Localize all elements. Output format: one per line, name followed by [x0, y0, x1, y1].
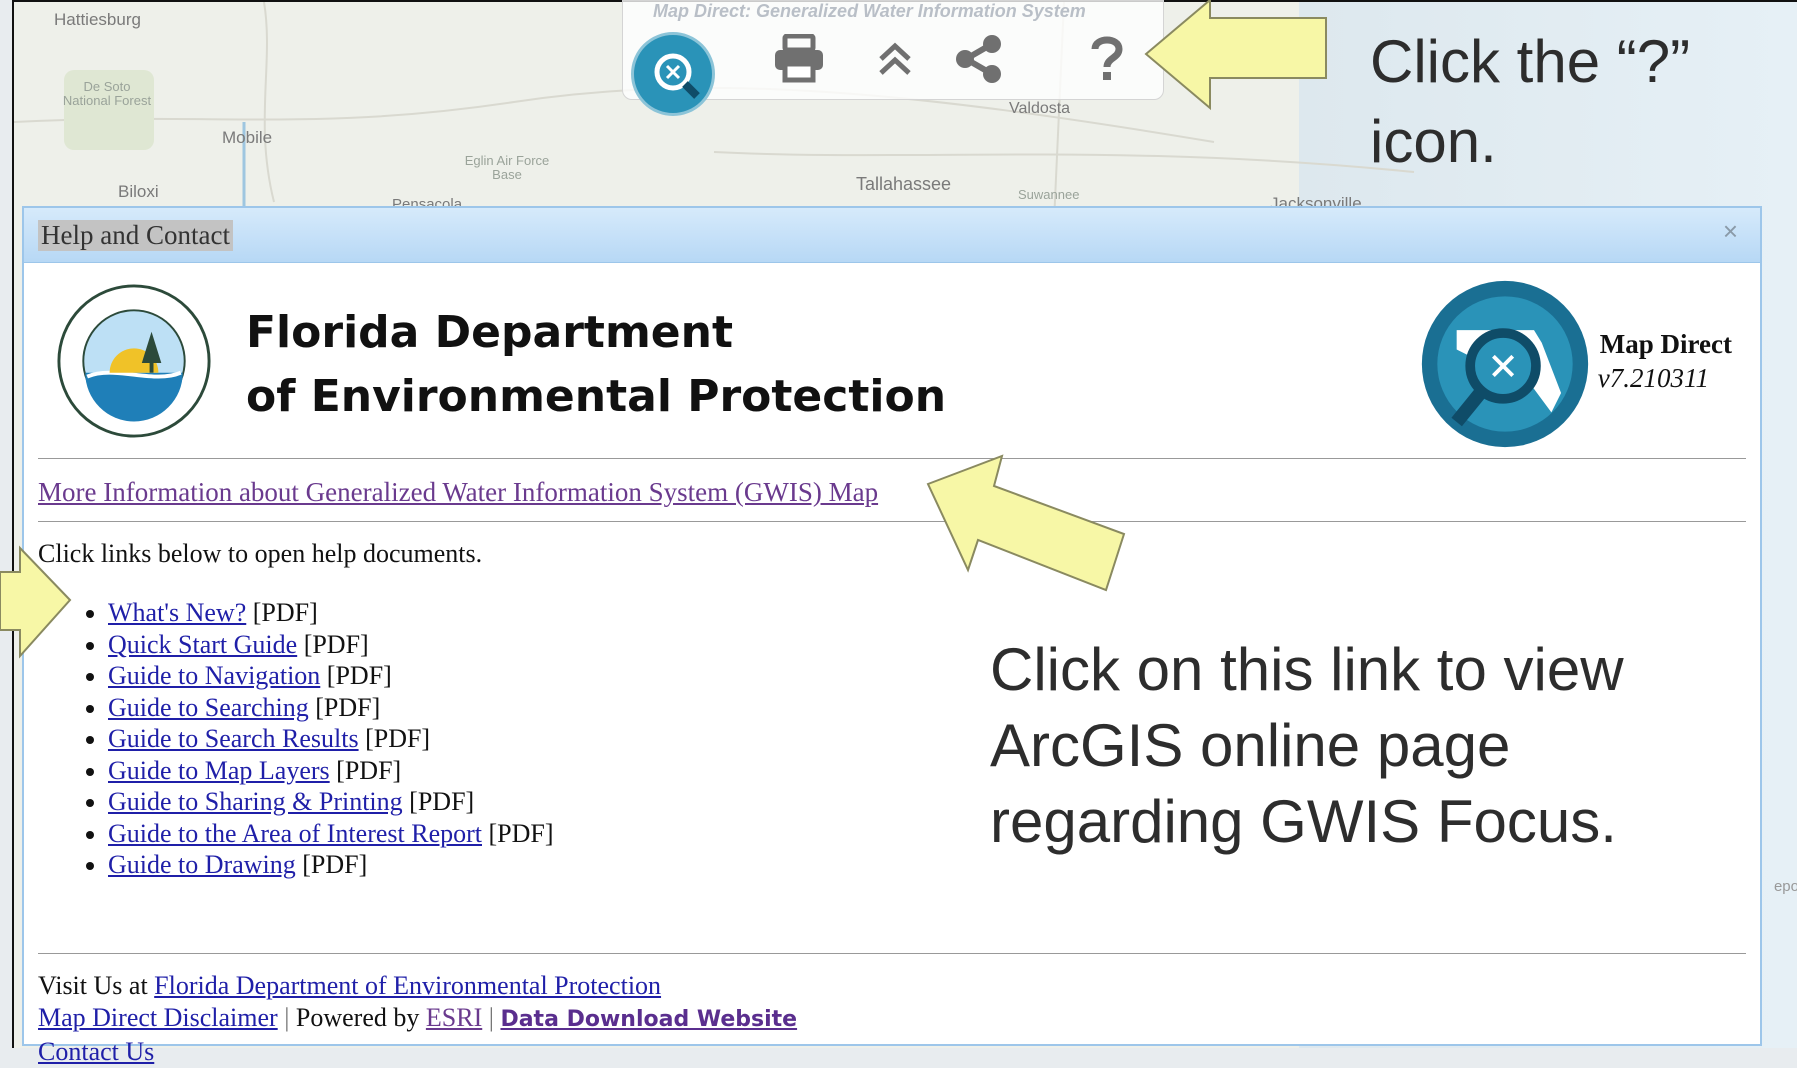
doc-link-drawing[interactable]: Guide to Drawing — [108, 850, 296, 879]
doc-link-whats-new[interactable]: What's New? — [108, 598, 246, 627]
place-valdosta: Valdosta — [1009, 100, 1071, 117]
doc-link-aoi-report[interactable]: Guide to the Area of Interest Report — [108, 819, 482, 848]
gwis-more-info-link[interactable]: More Information about Generalized Water… — [38, 477, 878, 508]
app-version: v7.210311 — [1597, 363, 1709, 393]
separator: | — [488, 1003, 494, 1032]
help-contact-dialog: Help and Contact × Florida Department of… — [22, 206, 1762, 1066]
contact-us-link[interactable]: Contact Us — [38, 1037, 154, 1066]
doc-link-quick-start[interactable]: Quick Start Guide — [108, 630, 297, 659]
doc-link-map-layers[interactable]: Guide to Map Layers — [108, 756, 330, 785]
print-button[interactable] — [771, 31, 827, 87]
map-edge-label: epo — [1773, 878, 1797, 895]
toolbar-title: Map Direct: Generalized Water Informatio… — [653, 1, 1086, 21]
fdep-seal-icon — [57, 284, 211, 438]
close-icon[interactable]: × — [1723, 216, 1738, 247]
place-mobile: Mobile — [222, 128, 273, 147]
printer-icon — [775, 34, 823, 83]
place-desoto: De Soto National Forest — [62, 79, 152, 108]
help-button[interactable] — [1079, 31, 1135, 87]
doc-link-searching[interactable]: Guide to Searching — [108, 693, 309, 722]
share-button[interactable] — [951, 31, 1007, 87]
info-link-row: More Information about Generalized Water… — [38, 459, 1746, 522]
dialog-footer: Visit Us at Florida Department of Enviro… — [38, 953, 1746, 1068]
magnifier-icon — [654, 53, 700, 99]
pdf-tag: [PDF] — [409, 787, 475, 816]
list-item: What's New? [PDF] — [108, 597, 1746, 629]
pdf-tag: [PDF] — [336, 755, 402, 785]
annotation-help-instruction: Click the “?” icon. — [1370, 28, 1691, 175]
place-tallahassee: Tallahassee — [856, 174, 952, 194]
doc-link-sharing-printing[interactable]: Guide to Sharing & Printing — [108, 787, 403, 816]
footer-contact-line: Contact Us — [38, 1036, 1746, 1068]
pdf-tag: [PDF] — [302, 850, 368, 879]
visit-prefix: Visit Us at — [38, 971, 148, 1000]
map-direct-logo-button[interactable] — [631, 32, 715, 116]
app-name: Map Direct — [1599, 329, 1732, 359]
question-mark-icon — [1091, 36, 1123, 80]
place-eglin: Eglin Air Force Base — [464, 153, 550, 182]
esri-link[interactable]: ESRI — [426, 1003, 482, 1032]
disclaimer-link[interactable]: Map Direct Disclaimer — [38, 1003, 278, 1032]
fdep-website-link[interactable]: Florida Department of Environmental Prot… — [154, 971, 661, 1000]
annotation-link-instruction: Click on this link to view ArcGIS online… — [990, 636, 1624, 855]
pdf-tag: [PDF] — [326, 661, 392, 690]
pdf-tag: [PDF] — [252, 598, 318, 627]
place-biloxi: Biloxi — [118, 182, 159, 201]
double-chevron-up-icon — [879, 42, 911, 75]
pdf-tag: [PDF] — [303, 629, 369, 659]
doc-link-navigation[interactable]: Guide to Navigation — [108, 661, 320, 690]
footer-visit-line: Visit Us at Florida Department of Enviro… — [38, 970, 1746, 1002]
footer-links-line: Map Direct Disclaimer | Powered by ESRI … — [38, 1002, 1746, 1036]
dialog-header: Florida Department of Environmental Prot… — [38, 263, 1746, 459]
dialog-title: Help and Contact — [38, 220, 233, 251]
pdf-tag: [PDF] — [488, 818, 554, 848]
pdf-tag: [PDF] — [315, 692, 381, 722]
dialog-title-bar[interactable]: Help and Contact × — [24, 208, 1760, 263]
powered-by-text: Powered by — [295, 1003, 420, 1032]
department-name-line2: of Environmental Protection — [246, 371, 947, 422]
place-suwannee: Suwannee — [1018, 187, 1080, 202]
place-hattiesburg: Hattiesburg — [54, 10, 141, 29]
map-direct-logo-icon — [1421, 280, 1589, 448]
department-name-line1: Florida Department — [246, 307, 733, 358]
instructions-text: Click links below to open help documents… — [38, 539, 483, 568]
doc-link-search-results[interactable]: Guide to Search Results — [108, 724, 359, 753]
data-download-link[interactable]: Data Download Website — [500, 1007, 797, 1032]
collapse-button[interactable] — [867, 31, 923, 87]
share-icon — [956, 35, 1001, 83]
pdf-tag: [PDF] — [365, 724, 431, 753]
department-name: Florida Department of Environmental Prot… — [246, 301, 946, 429]
separator: | — [284, 1003, 290, 1032]
